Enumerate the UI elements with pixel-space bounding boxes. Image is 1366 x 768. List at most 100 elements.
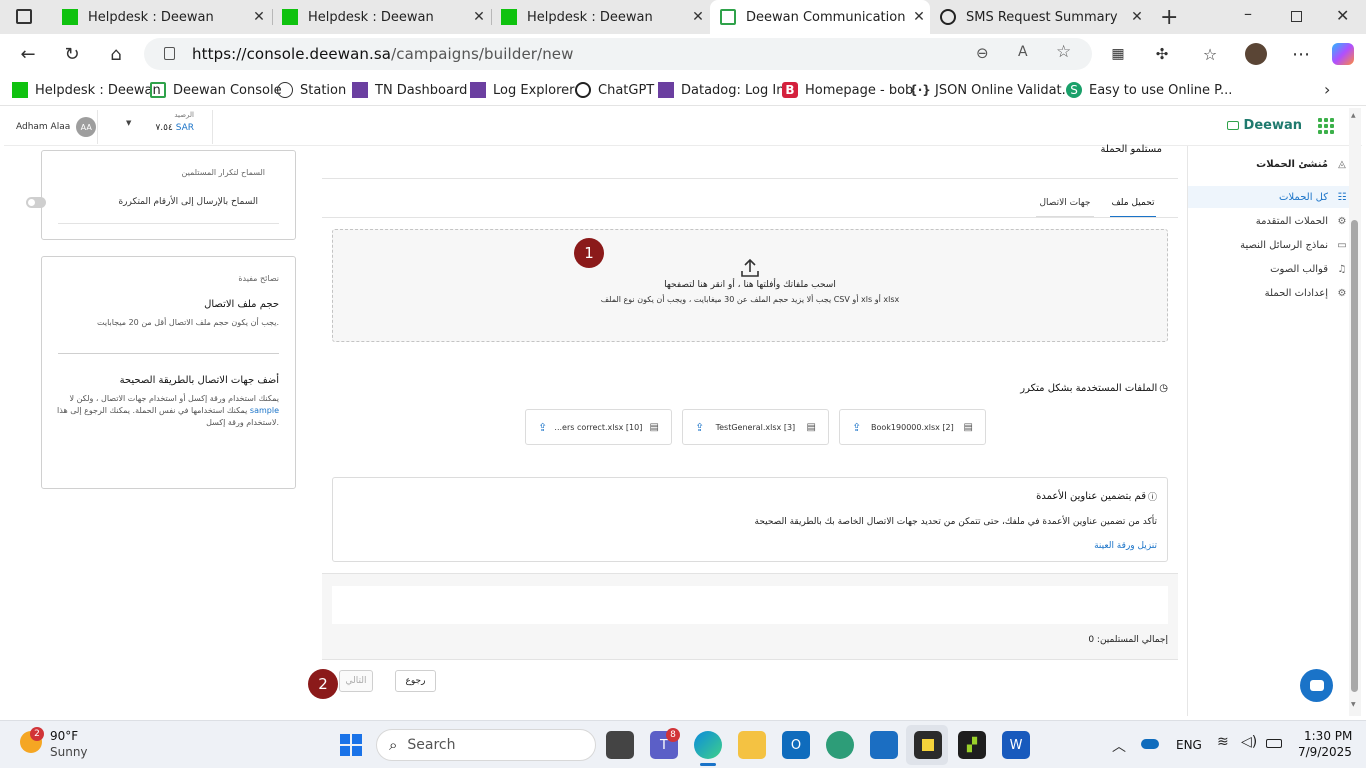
volume-icon[interactable]: ◁) [1241,734,1257,750]
currency: SAR [175,123,194,133]
bookmark-datadog[interactable]: Datadog: Log In [658,81,784,99]
user-menu[interactable]: Adham Alaa AA [16,117,97,137]
globe-icon [277,82,293,98]
balance-amount: ٧.٥٤ SAR [154,123,194,133]
bookmark-homepage-bob[interactable]: B Homepage - bob [782,81,913,99]
bookmark-label: ChatGPT [598,82,655,98]
terminal-app-icon[interactable]: ▞ [958,731,986,759]
start-icon[interactable] [340,734,362,756]
deewan-favicon-icon [720,9,736,25]
scroll-up-icon[interactable]: ▲ [1351,112,1356,119]
bookmark-station[interactable]: Station [277,81,346,99]
file-explorer-icon[interactable] [738,731,766,759]
favorite-star-icon[interactable]: ☆ [1056,42,1071,62]
app-launcher-icon[interactable] [1318,118,1334,134]
close-icon[interactable]: ✕ [468,9,490,25]
recent-file-button[interactable]: ⇪ TestGeneral.xlsx [3] ▤ [682,409,829,445]
tab-contacts[interactable]: جهات الاتصال [1036,190,1094,218]
tip-body-text: يمكنك استخدامها في نفس الحملة. يمكنك الر… [57,406,248,415]
sidebar-item-all-campaigns[interactable]: كل الحملات ☷ [1279,189,1348,205]
sidebar-item-voice-templates[interactable]: قوالب الصوت ♫ [1270,261,1348,277]
balance-value: ٧.٥٤ [155,123,173,133]
sidebar-item-label: الحملات المتقدمة [1255,215,1328,227]
bookmark-json-validator[interactable]: {·} JSON Online Validat... [909,81,1074,99]
tab-label: جهات الاتصال [1039,198,1091,208]
scrollbar-thumb[interactable] [1351,220,1358,692]
store-icon[interactable] [870,731,898,759]
sidebar-item-label: إعدادات الحملة [1264,287,1328,299]
sample-link[interactable]: sample [250,406,279,415]
recent-file-button[interactable]: ⇪ Book190000.xlsx [2] ▤ [839,409,986,445]
next-button[interactable]: التالي [339,670,373,692]
site-info-icon[interactable] [164,47,175,60]
onedrive-icon[interactable] [1141,739,1159,749]
task-view-icon[interactable] [606,731,634,759]
bookmark-tn-dashboard[interactable]: TN Dashboard [352,81,467,99]
new-tab-icon[interactable]: + [1160,5,1178,30]
download-sample-link[interactable]: تنزيل ورقة العينة [1094,541,1157,551]
clock-time[interactable]: 1:30 PM [1304,729,1352,743]
minimize-icon[interactable]: – [1244,4,1252,23]
sidebar-item-sms-templates[interactable]: نماذج الرسائل النصية ▭ [1240,237,1348,253]
taskbar-search[interactable]: ⌕ Search [376,729,596,761]
datadog-icon [470,82,486,98]
scroll-down-icon[interactable]: ▼ [1351,701,1356,708]
avatar[interactable]: AA [76,117,97,137]
close-icon[interactable]: ✕ [1126,9,1148,25]
sidebar-item-campaign-settings[interactable]: إعدادات الحملة ⚙ [1265,285,1348,301]
home-icon[interactable]: ⌂ [104,42,128,66]
browser-tab[interactable]: Helpdesk : Deewan ✕ [491,0,709,34]
recent-files-title: الملفات المستخدمة بشكل متكرر ◷ [1020,383,1168,394]
tab-upload-file[interactable]: تحميل ملف [1110,190,1156,218]
clock-date[interactable]: 7/9/2025 [1298,745,1352,759]
browser-tab-active[interactable]: Deewan Communication Platf ✕ [710,0,930,34]
read-aloud-icon[interactable]: A [1018,44,1028,60]
battery-icon[interactable] [1266,739,1282,748]
deewan-logo[interactable]: Deewan [1226,118,1302,133]
weather-widget[interactable]: 2 90°F Sunny [20,727,130,761]
browser-tab[interactable]: SMS Request Summary ✕ [930,0,1148,34]
recent-file-button[interactable]: ⇪ ...ers correct.xlsx [10] ▤ [525,409,672,445]
bookmark-chatgpt[interactable]: ChatGPT [575,81,654,99]
more-menu-icon[interactable]: ⋯ [1289,42,1313,66]
contacts-app-icon[interactable] [826,731,854,759]
favorites-icon[interactable]: ☆ [1198,42,1222,66]
browser-tab-strip: Helpdesk : Deewan ✕ Helpdesk : Deewan ✕ … [0,0,1366,34]
reload-icon[interactable]: ↻ [60,42,84,66]
sidebar-item-advanced-campaigns[interactable]: الحملات المتقدمة ⚙ [1256,213,1348,229]
bookmark-label: Datadog: Log In [681,82,785,98]
back-arrow-icon[interactable]: ← [16,42,40,66]
bookmark-helpdesk[interactable]: Helpdesk : Deewan [12,81,161,99]
outlook-icon[interactable]: O [782,731,810,759]
browser-tab[interactable]: Helpdesk : Deewan ✕ [272,0,490,34]
support-chat-button[interactable] [1300,669,1333,702]
chevron-right-icon[interactable]: › [1324,80,1330,99]
sticky-notes-icon[interactable] [914,731,942,759]
tip-body-line: لاستخدام ورقة إكسل. [206,418,279,427]
language-indicator[interactable]: ENG [1176,738,1202,752]
bookmark-log-explorer[interactable]: Log Explorer [470,81,574,99]
chevron-up-icon[interactable]: ︿ [1112,736,1126,756]
close-icon[interactable]: ✕ [687,9,709,25]
close-icon[interactable]: ✕ [248,9,270,25]
window-close-icon[interactable]: ✕ [1336,6,1349,25]
copilot-icon[interactable] [1332,43,1354,65]
allow-duplicates-toggle[interactable] [26,197,46,208]
edge-icon[interactable] [694,731,722,759]
profile-avatar[interactable] [1245,43,1267,65]
extensions-icon[interactable]: ✣ [1150,42,1174,66]
restore-icon[interactable] [1291,11,1302,22]
zoom-icon[interactable]: ⊖ [976,44,989,62]
wifi-icon[interactable]: ≋ [1217,734,1229,750]
bookmark-easy-pdf[interactable]: S Easy to use Online P... [1066,81,1232,99]
chevron-down-icon[interactable]: ▼ [126,119,131,127]
back-button[interactable]: رجوع [395,670,436,692]
qr-icon[interactable]: ▦ [1106,42,1130,66]
word-icon[interactable]: W [1002,731,1030,759]
bookmark-deewan-console[interactable]: Deewan Console [150,81,282,99]
browser-tab[interactable]: Helpdesk : Deewan ✕ [52,0,270,34]
address-bar[interactable]: https://console.deewan.sa/campaigns/buil… [144,38,1092,70]
close-icon[interactable]: ✕ [908,9,930,25]
tab-actions-icon[interactable] [16,9,32,24]
file-dropzone[interactable]: اسحب ملفاتك وأفلتها هنا ، أو انقر هنا لت… [332,229,1168,342]
